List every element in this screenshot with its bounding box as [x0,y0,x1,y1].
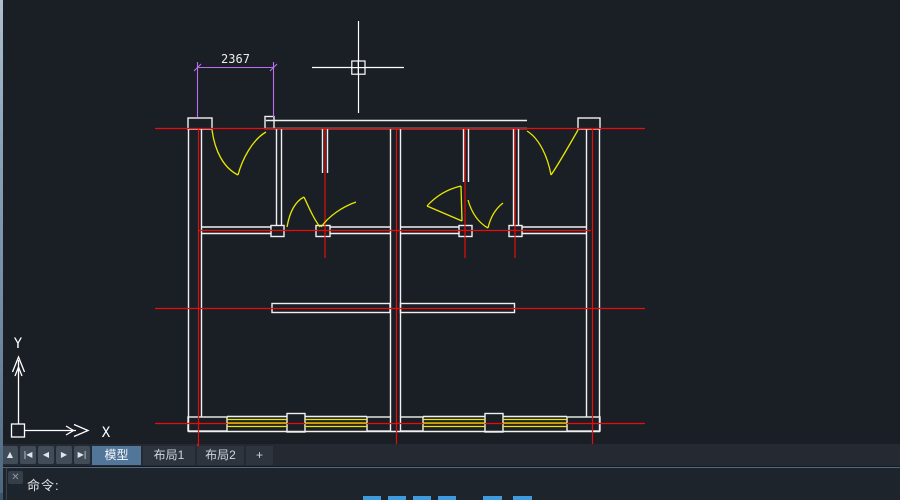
status-accent-segment[interactable] [513,496,532,500]
model-space-canvas[interactable]: 2367 Y X [0,0,900,444]
tab-model[interactable]: 模型 [92,446,141,465]
crosshair-cursor [312,21,404,113]
close-icon[interactable]: ✕ [8,471,23,484]
status-accent-segment[interactable] [483,496,502,500]
layout-tab-bar: ▲ |◀ ◀ ▶ ▶| 模型 布局1 布局2 + [0,444,900,467]
status-accent-segment[interactable] [388,496,406,500]
tab-nav-next-button[interactable]: ▶ [56,446,72,464]
tabbar-collapse-button[interactable]: ▲ [2,446,18,464]
floorplan-walls [188,117,600,433]
status-accent-segment[interactable] [363,496,381,500]
ucs-icon: Y X [12,336,111,441]
dimension-value: 2367 [221,52,250,66]
tab-layout2[interactable]: 布局2 [197,446,244,465]
dimension-annotation [194,62,277,117]
ucs-y-label: Y [14,336,23,352]
tab-layout1[interactable]: 布局1 [143,446,195,465]
tab-nav-previous-button[interactable]: ◀ [38,446,54,464]
status-accent-segment[interactable] [438,496,456,500]
add-layout-button[interactable]: + [246,446,273,465]
side-panel-edge-lower [0,493,3,500]
command-prompt-input[interactable]: 命令: [27,475,60,494]
tab-nav-first-button[interactable]: |◀ [20,446,36,464]
ucs-x-label: X [102,425,111,441]
dock-divider [6,468,7,500]
cad-application-window: 2367 Y X ▲ |◀ ◀ ▶ ▶| 模型 [0,0,900,500]
tab-nav-last-button[interactable]: ▶| [74,446,90,464]
command-line-dock: ✕ 命令: [0,467,900,500]
doors-and-windows [212,130,578,427]
side-panel-edge[interactable] [0,0,3,493]
status-accent-segment[interactable] [413,496,431,500]
